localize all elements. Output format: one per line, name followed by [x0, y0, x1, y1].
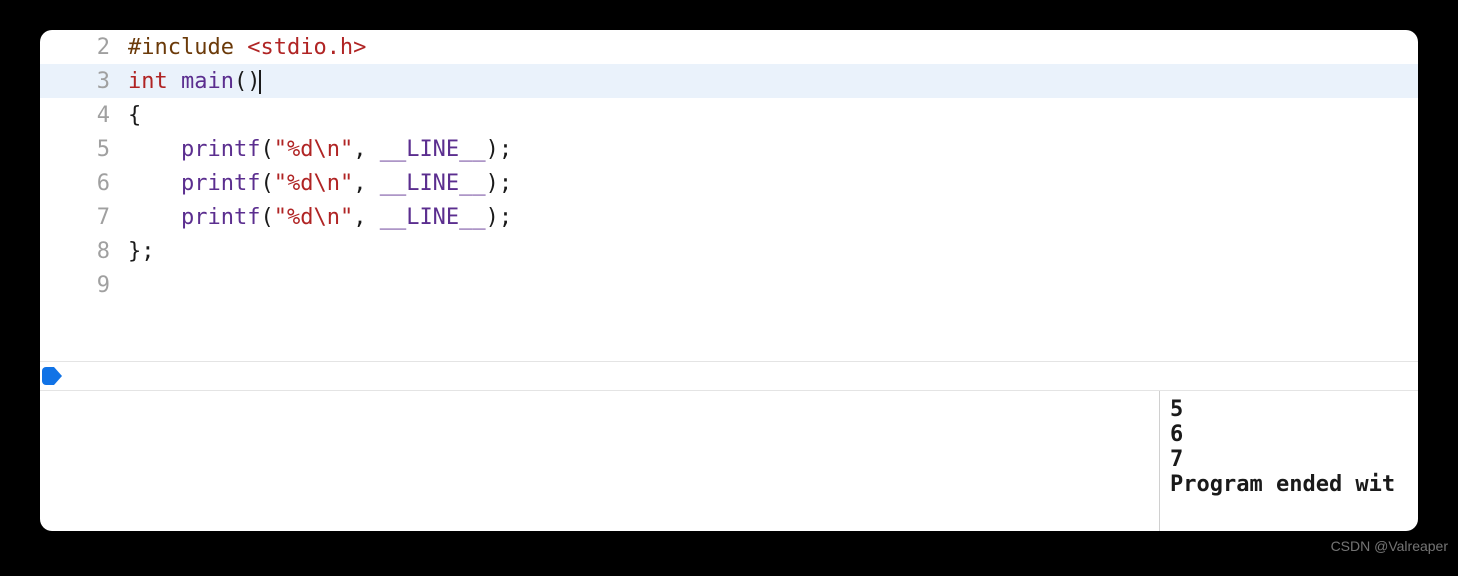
breakpoint-marker-icon[interactable]: [42, 367, 54, 385]
line-number: 2: [40, 35, 128, 60]
console-output[interactable]: 5 6 7 Program ended wit: [1160, 391, 1418, 531]
line-number: 9: [40, 273, 128, 298]
code-editor[interactable]: 2#include <stdio.h>3int main()4{5 printf…: [40, 30, 1418, 361]
code-line[interactable]: 5 printf("%d\n", __LINE__);: [40, 132, 1418, 166]
code-content[interactable]: {: [128, 103, 141, 128]
code-content[interactable]: #include <stdio.h>: [128, 35, 366, 60]
code-line[interactable]: 6 printf("%d\n", __LINE__);: [40, 166, 1418, 200]
line-number: 4: [40, 103, 128, 128]
code-line[interactable]: 2#include <stdio.h>: [40, 30, 1418, 64]
debug-panel: 5 6 7 Program ended wit: [40, 391, 1418, 531]
code-content[interactable]: printf("%d\n", __LINE__);: [128, 137, 512, 162]
line-number: 8: [40, 239, 128, 264]
code-content[interactable]: printf("%d\n", __LINE__);: [128, 205, 512, 230]
code-line[interactable]: 4{: [40, 98, 1418, 132]
code-content[interactable]: printf("%d\n", __LINE__);: [128, 171, 512, 196]
code-content[interactable]: int main(): [128, 69, 261, 94]
code-content[interactable]: };: [128, 239, 155, 264]
code-line[interactable]: 9: [40, 268, 1418, 302]
line-number: 5: [40, 137, 128, 162]
code-line[interactable]: 3int main(): [40, 64, 1418, 98]
line-number: 7: [40, 205, 128, 230]
breakpoint-gutter[interactable]: [40, 362, 1418, 390]
ide-window: 2#include <stdio.h>3int main()4{5 printf…: [40, 30, 1418, 531]
code-line[interactable]: 7 printf("%d\n", __LINE__);: [40, 200, 1418, 234]
watermark-label: CSDN @Valreaper: [1331, 538, 1448, 554]
line-number: 6: [40, 171, 128, 196]
variables-panel[interactable]: [40, 391, 1160, 531]
text-cursor: [259, 70, 261, 94]
line-number: 3: [40, 69, 128, 94]
code-line[interactable]: 8};: [40, 234, 1418, 268]
